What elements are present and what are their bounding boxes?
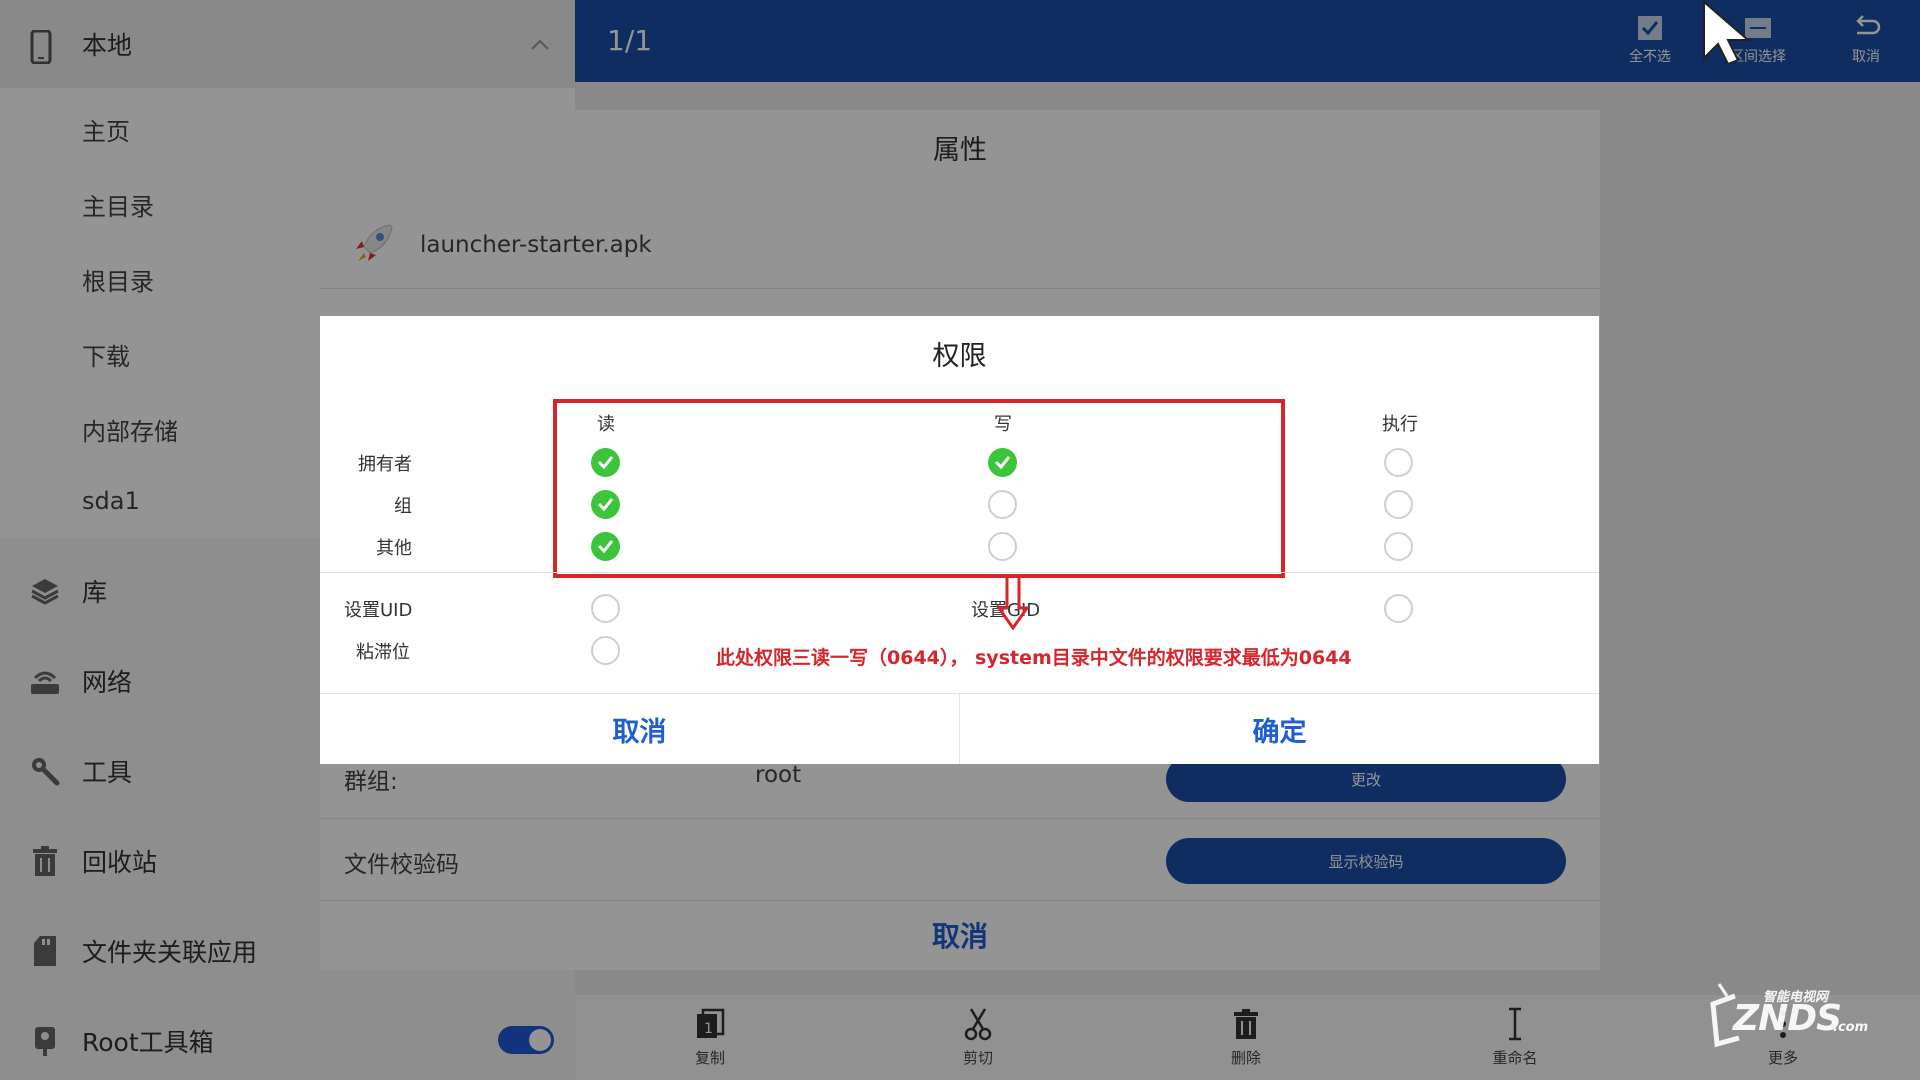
set-uid-checkbox[interactable] xyxy=(591,594,620,623)
dialog-cancel-button[interactable]: 取消 xyxy=(320,694,959,764)
znds-watermark: 智能电视网 ZNDS .com xyxy=(1705,978,1875,1050)
mouse-cursor-icon xyxy=(1700,0,1760,66)
others-execute-checkbox[interactable] xyxy=(1384,532,1413,561)
sticky-bit-label: 粘滞位 xyxy=(356,642,410,663)
divider xyxy=(320,572,1599,573)
watermark-domain-text: .com xyxy=(1833,1020,1869,1035)
row-group: 组 xyxy=(394,496,412,517)
owner-execute-checkbox[interactable] xyxy=(1384,448,1413,477)
sticky-bit-checkbox[interactable] xyxy=(591,636,620,665)
set-uid-label: 设置UID xyxy=(344,600,413,621)
column-execute: 执行 xyxy=(1382,414,1418,435)
watermark-logo-text: ZNDS xyxy=(1733,998,1842,1039)
row-others: 其他 xyxy=(376,538,412,559)
row-owner: 拥有者 xyxy=(358,454,412,475)
highlight-box xyxy=(553,399,1285,578)
group-execute-checkbox[interactable] xyxy=(1384,490,1413,519)
permissions-dialog: 权限 读 写 执行 拥有者 组 其他 设置UID 设置GID 粘滞位 此处权限三… xyxy=(320,316,1599,764)
set-gid-checkbox[interactable] xyxy=(1384,594,1413,623)
dialog-ok-button[interactable]: 确定 xyxy=(960,694,1599,764)
arrow-down-icon xyxy=(996,574,1030,634)
dialog-title: 权限 xyxy=(932,341,987,372)
annotation-text: 此处权限三读一写（0644）， system目录中文件的权限要求最低为0644 xyxy=(716,647,1352,669)
